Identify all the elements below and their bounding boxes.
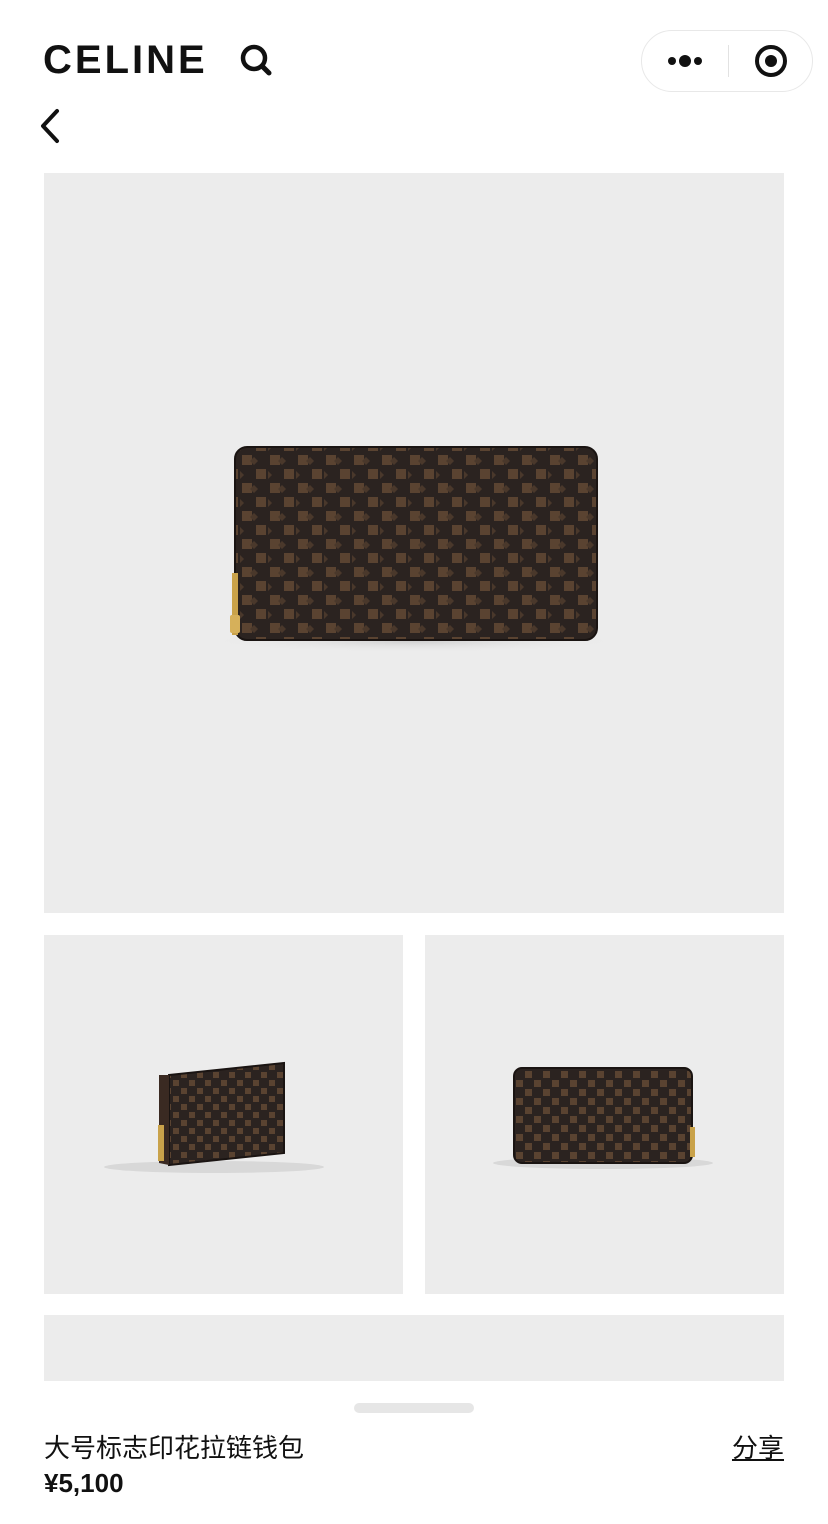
product-name: 大号标志印花拉链钱包 <box>44 1434 305 1464</box>
more-dots-icon[interactable] <box>642 31 728 91</box>
product-thumb-back[interactable] <box>425 935 784 1294</box>
top-bar: CELINE <box>0 0 828 160</box>
product-price: ¥5,100 <box>44 1468 124 1498</box>
product-thumb-angled[interactable] <box>44 935 403 1294</box>
mini-program-capsule <box>641 30 813 92</box>
search-icon[interactable] <box>236 40 276 80</box>
product-next-image[interactable] <box>44 1315 784 1381</box>
product-main-image[interactable] <box>44 173 784 913</box>
share-link[interactable]: 分享 <box>732 1432 784 1466</box>
brand-logo[interactable]: CELINE <box>43 38 208 82</box>
chevron-left-icon[interactable] <box>36 104 76 148</box>
drag-handle[interactable] <box>354 1403 474 1413</box>
target-circle-icon[interactable] <box>729 31 813 91</box>
